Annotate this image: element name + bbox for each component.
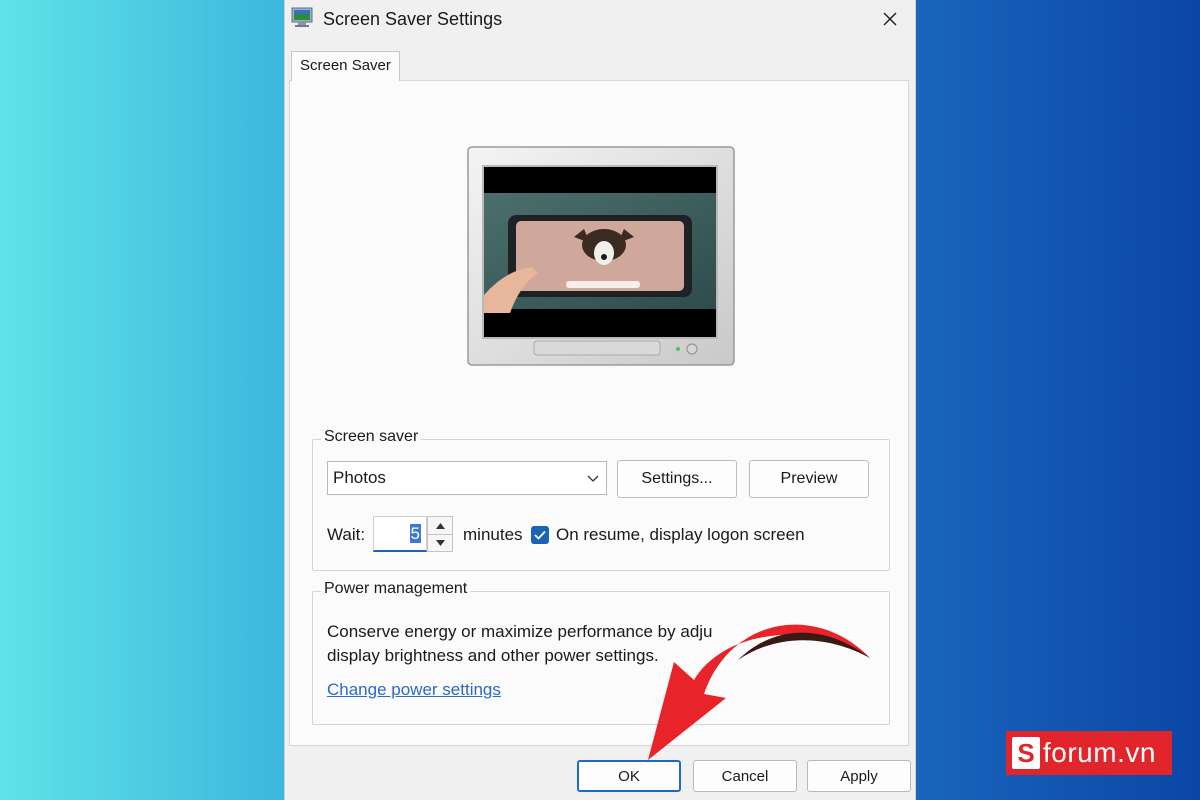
screen-saver-panel: Screen saver Photos Settings... Preview …	[289, 80, 909, 746]
close-button[interactable]	[873, 4, 907, 34]
wait-label: Wait:	[327, 525, 366, 544]
resume-logon-checkbox[interactable]	[531, 526, 549, 544]
screen-saver-group: Screen saver Photos Settings... Preview …	[312, 428, 890, 571]
settings-button[interactable]: Settings...	[617, 460, 737, 498]
tab-screen-saver[interactable]: Screen Saver	[291, 51, 400, 81]
apply-button[interactable]: Apply	[807, 760, 911, 792]
power-description-line-1: Conserve energy or maximize performance …	[327, 622, 713, 641]
logo-letter: S	[1012, 737, 1040, 769]
power-description: Conserve energy or maximize performance …	[327, 620, 742, 668]
screen-saver-legend: Screen saver	[321, 428, 422, 446]
wait-input[interactable]: 5	[373, 516, 427, 552]
logo-text: forum.vn	[1043, 737, 1156, 768]
checkmark-icon	[534, 530, 546, 540]
spin-down-button[interactable]	[428, 534, 452, 551]
wait-spinner	[427, 516, 453, 552]
cancel-button[interactable]: Cancel	[693, 760, 797, 792]
minutes-label: minutes	[463, 525, 523, 544]
power-description-line-2: display brightness and other power setti…	[327, 646, 659, 665]
spin-up-button[interactable]	[428, 517, 452, 534]
power-management-group: Power management Conserve energy or maxi…	[312, 580, 890, 725]
chevron-down-icon	[587, 475, 599, 482]
screen-saver-select[interactable]: Photos	[327, 461, 607, 495]
close-icon	[883, 12, 897, 26]
power-management-legend: Power management	[321, 580, 471, 598]
monitor-preview	[467, 146, 735, 366]
wait-input-value: 5	[409, 524, 421, 543]
screen-saver-settings-dialog: Screen Saver Settings Screen Saver Scree…	[284, 0, 916, 800]
preview-button[interactable]: Preview	[749, 460, 869, 498]
sforum-logo: S forum.vn	[1006, 731, 1172, 775]
screen-saver-select-value: Photos	[333, 468, 386, 487]
monitor-icon	[291, 7, 313, 27]
window-title: Screen Saver Settings	[323, 9, 503, 29]
change-power-settings-link[interactable]: Change power settings	[327, 680, 501, 700]
title-bar: Screen Saver Settings	[285, 0, 915, 40]
caret-down-icon	[435, 540, 445, 546]
resume-logon-label[interactable]: On resume, display logon screen	[556, 525, 805, 545]
ok-button[interactable]: OK	[577, 760, 681, 792]
caret-up-icon	[435, 522, 445, 529]
